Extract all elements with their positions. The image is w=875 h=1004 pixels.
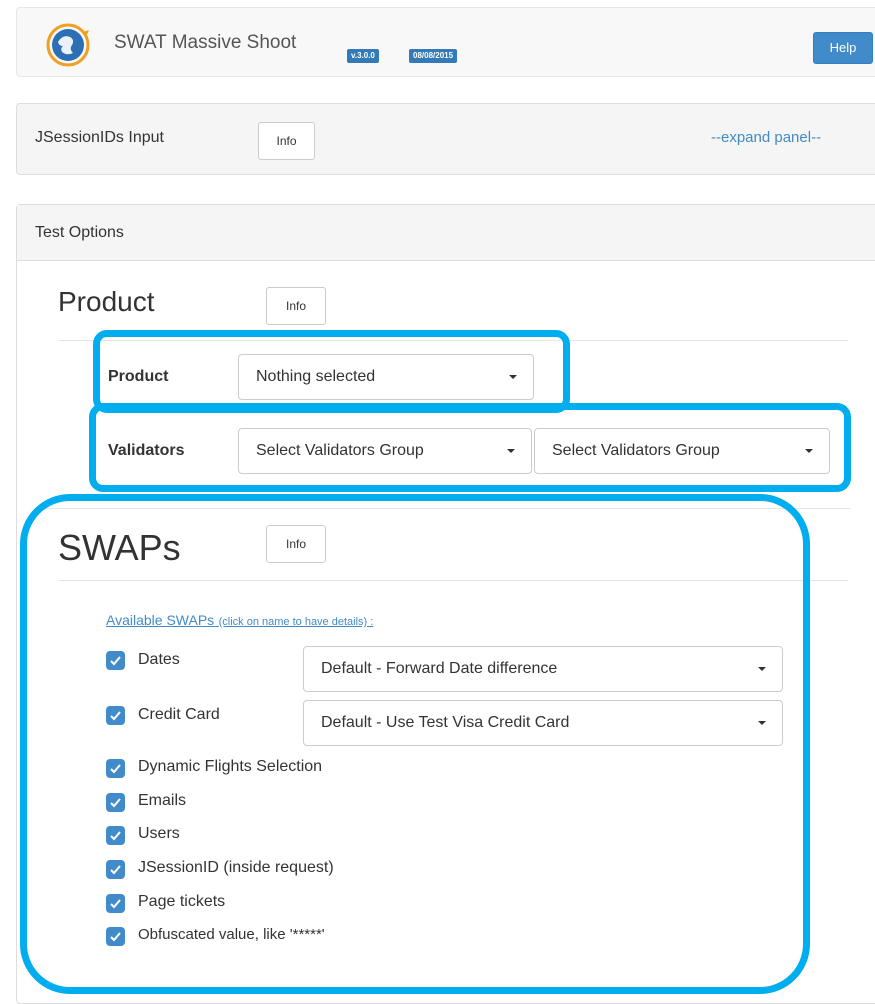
highlight-swaps: [20, 494, 810, 994]
product-info-button[interactable]: Info: [266, 287, 326, 325]
app-logo: [45, 22, 91, 68]
highlight-product: [93, 330, 570, 413]
navbar: SWAT Massive Shoot v.3.0.0 08/08/2015 He…: [16, 7, 875, 77]
product-heading: Product: [58, 286, 155, 317]
test-options-header: Test Options: [17, 205, 875, 261]
test-options-title: Test Options: [35, 224, 124, 241]
jsession-info-button[interactable]: Info: [258, 122, 315, 160]
help-button[interactable]: Help: [813, 32, 873, 64]
version-badge: v.3.0.0: [347, 49, 379, 63]
date-badge: 08/08/2015: [409, 49, 458, 63]
jsession-panel: JSessionIDs Input Info --expand panel--: [16, 103, 875, 175]
app-title: SWAT Massive Shoot: [114, 32, 297, 53]
jsession-panel-title: JSessionIDs Input: [35, 129, 164, 146]
highlight-validators: [89, 403, 851, 492]
expand-panel-link[interactable]: --expand panel--: [711, 129, 821, 146]
